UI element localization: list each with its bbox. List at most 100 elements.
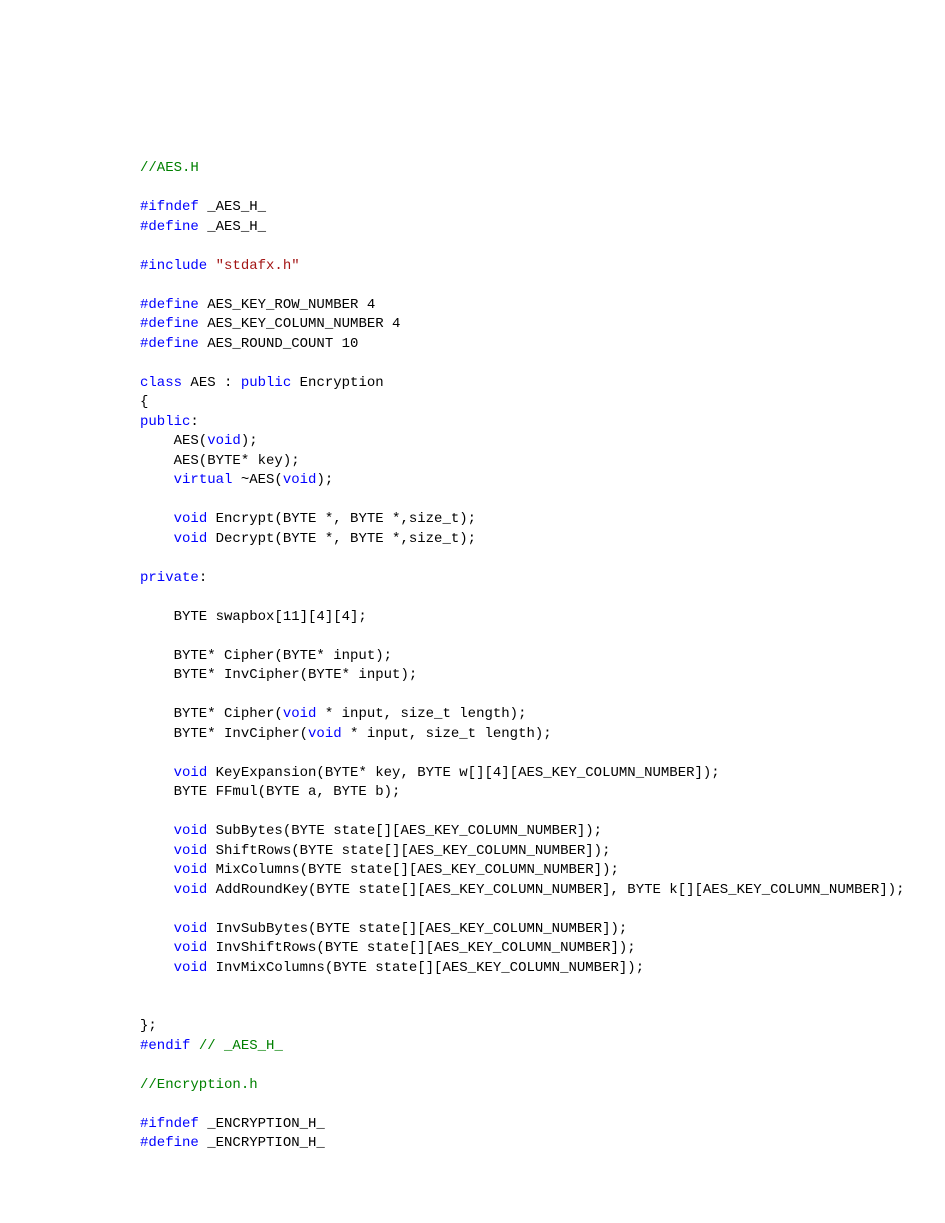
code-line: void KeyExpansion(BYTE* key, BYTE w[][4]…: [140, 764, 805, 784]
code-line: {: [140, 393, 805, 413]
code-line: AES(BYTE* key);: [140, 452, 805, 472]
code-line: [140, 276, 805, 296]
code-block: //AES.H #ifndef _AES_H_#define _AES_H_ #…: [140, 159, 805, 1154]
code-line: };: [140, 1017, 805, 1037]
code-token: [140, 531, 174, 547]
code-token: [140, 843, 174, 859]
code-line: [140, 978, 805, 998]
code-token: AES_KEY_COLUMN_NUMBER 4: [199, 316, 401, 332]
code-token: [140, 765, 174, 781]
code-token: AES(BYTE* key);: [140, 453, 300, 469]
code-token: BYTE FFmul(BYTE a, BYTE b);: [140, 784, 400, 800]
code-token: [140, 921, 174, 937]
code-token: //Encryption.h: [140, 1077, 258, 1093]
code-token: #define: [140, 336, 199, 352]
code-line: BYTE* InvCipher(BYTE* input);: [140, 666, 805, 686]
code-token: public: [140, 414, 190, 430]
code-line: void MixColumns(BYTE state[][AES_KEY_COL…: [140, 861, 805, 881]
code-line: #ifndef _ENCRYPTION_H_: [140, 1115, 805, 1135]
code-token: BYTE* Cipher(: [140, 706, 283, 722]
code-line: public:: [140, 413, 805, 433]
code-token: AES :: [182, 375, 241, 391]
code-token: void: [174, 862, 208, 878]
code-line: void InvShiftRows(BYTE state[][AES_KEY_C…: [140, 939, 805, 959]
code-token: #include: [140, 258, 207, 274]
code-token: [190, 1038, 198, 1054]
code-line: [140, 491, 805, 511]
code-token: void: [308, 726, 342, 742]
code-token: #define: [140, 1135, 199, 1151]
code-token: [140, 823, 174, 839]
code-token: void: [207, 433, 241, 449]
code-token: AES_KEY_ROW_NUMBER 4: [199, 297, 375, 313]
code-line: [140, 549, 805, 569]
code-token: void: [283, 706, 317, 722]
code-token: AES(: [140, 433, 207, 449]
code-line: AES(void);: [140, 432, 805, 452]
code-line: void Encrypt(BYTE *, BYTE *,size_t);: [140, 510, 805, 530]
code-token: {: [140, 394, 148, 410]
code-token: void: [174, 531, 208, 547]
code-token: #define: [140, 297, 199, 313]
code-token: InvShiftRows(BYTE state[][AES_KEY_COLUMN…: [207, 940, 635, 956]
code-line: #define _ENCRYPTION_H_: [140, 1134, 805, 1154]
code-token: [140, 940, 174, 956]
code-line: #ifndef _AES_H_: [140, 198, 805, 218]
code-line: void Decrypt(BYTE *, BYTE *,size_t);: [140, 530, 805, 550]
code-token: [207, 258, 215, 274]
code-line: private:: [140, 569, 805, 589]
code-token: InvMixColumns(BYTE state[][AES_KEY_COLUM…: [207, 960, 644, 976]
code-token: BYTE* InvCipher(BYTE* input);: [140, 667, 417, 683]
code-line: [140, 588, 805, 608]
code-token: _AES_H_: [199, 199, 266, 215]
code-line: [140, 803, 805, 823]
code-line: void AddRoundKey(BYTE state[][AES_KEY_CO…: [140, 881, 805, 901]
code-token: void: [174, 843, 208, 859]
code-token: void: [174, 940, 208, 956]
code-token: #ifndef: [140, 199, 199, 215]
code-token: };: [140, 1018, 157, 1034]
code-token: //AES.H: [140, 160, 199, 176]
code-token: );: [316, 472, 333, 488]
code-token: #ifndef: [140, 1116, 199, 1132]
code-line: void ShiftRows(BYTE state[][AES_KEY_COLU…: [140, 842, 805, 862]
code-token: ShiftRows(BYTE state[][AES_KEY_COLUMN_NU…: [207, 843, 610, 859]
code-token: AddRoundKey(BYTE state[][AES_KEY_COLUMN_…: [207, 882, 904, 898]
code-token: SubBytes(BYTE state[][AES_KEY_COLUMN_NUM…: [207, 823, 602, 839]
code-line: #endif // _AES_H_: [140, 1037, 805, 1057]
code-token: [140, 472, 174, 488]
code-token: _AES_H_: [199, 219, 266, 235]
code-line: //Encryption.h: [140, 1076, 805, 1096]
code-token: #define: [140, 219, 199, 235]
code-token: void: [174, 921, 208, 937]
code-line: [140, 237, 805, 257]
code-document-page: //AES.H #ifndef _AES_H_#define _AES_H_ #…: [0, 0, 945, 1223]
code-token: void: [174, 882, 208, 898]
code-line: #define AES_KEY_ROW_NUMBER 4: [140, 296, 805, 316]
code-line: void InvSubBytes(BYTE state[][AES_KEY_CO…: [140, 920, 805, 940]
code-token: :: [190, 414, 198, 430]
code-line: [140, 900, 805, 920]
code-token: * input, size_t length);: [342, 726, 552, 742]
code-line: #define AES_ROUND_COUNT 10: [140, 335, 805, 355]
code-token: * input, size_t length);: [316, 706, 526, 722]
code-token: ~AES(: [232, 472, 282, 488]
code-line: void InvMixColumns(BYTE state[][AES_KEY_…: [140, 959, 805, 979]
code-line: BYTE* Cipher(BYTE* input);: [140, 647, 805, 667]
code-line: class AES : public Encryption: [140, 374, 805, 394]
code-token: [140, 960, 174, 976]
code-line: BYTE* InvCipher(void * input, size_t len…: [140, 725, 805, 745]
code-token: KeyExpansion(BYTE* key, BYTE w[][4][AES_…: [207, 765, 719, 781]
code-token: "stdafx.h": [216, 258, 300, 274]
code-token: // _AES_H_: [199, 1038, 283, 1054]
code-token: _ENCRYPTION_H_: [199, 1116, 325, 1132]
code-token: void: [283, 472, 317, 488]
code-token: BYTE* InvCipher(: [140, 726, 308, 742]
code-token: void: [174, 511, 208, 527]
code-line: BYTE* Cipher(void * input, size_t length…: [140, 705, 805, 725]
code-token: AES_ROUND_COUNT 10: [199, 336, 359, 352]
code-token: [140, 862, 174, 878]
code-line: [140, 179, 805, 199]
code-line: BYTE FFmul(BYTE a, BYTE b);: [140, 783, 805, 803]
code-token: Encrypt(BYTE *, BYTE *,size_t);: [207, 511, 476, 527]
